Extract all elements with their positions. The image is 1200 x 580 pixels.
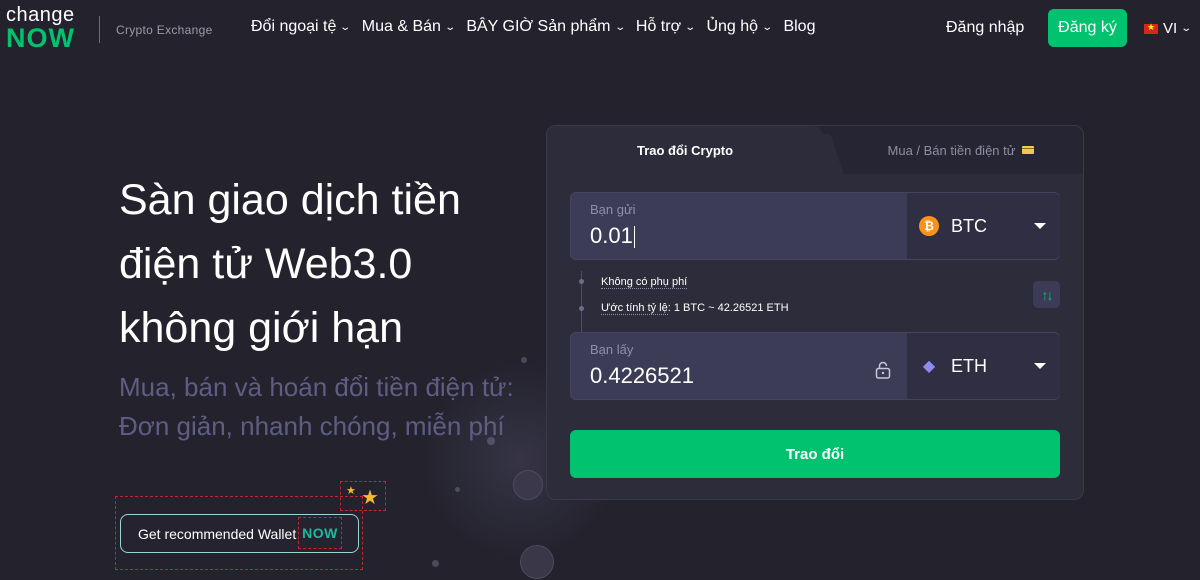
- background-coin: [513, 470, 543, 500]
- chevron-down-icon: ⌄: [444, 21, 457, 33]
- language-selector[interactable]: VI ⌄: [1144, 20, 1193, 37]
- star-icon: ★: [361, 487, 379, 509]
- exchange-button[interactable]: Trao đổi: [570, 430, 1060, 478]
- nav-item-label: Hỗ trợ: [635, 18, 682, 35]
- hero-subtitle-line2: Đơn giản, nhanh chóng, miễn phí: [119, 411, 505, 441]
- logo-divider: [99, 16, 100, 43]
- bitcoin-icon: ₿: [919, 216, 939, 236]
- send-currency-code: BTC: [951, 215, 987, 236]
- main-nav: Đổi ngoại tệ ⌄ Mua & Bán ⌄ BÂY GIỜ Sản p…: [251, 18, 827, 36]
- background-dot: [432, 560, 439, 567]
- site-header: change NOW Crypto Exchange Đổi ngoại tệ …: [0, 0, 1200, 56]
- send-amount-value: 0.01: [590, 223, 633, 248]
- tab-buy-sell-crypto[interactable]: Mua / Bán tiền điện tử: [837, 126, 1083, 174]
- nav-item-products[interactable]: BÂY GIỜ Sản phẩm ⌄: [466, 18, 626, 36]
- text-caret: [633, 226, 635, 249]
- signup-button[interactable]: Đăng ký: [1048, 9, 1127, 47]
- send-currency-select[interactable]: ₿ BTC: [907, 193, 1060, 259]
- nav-item-support[interactable]: Hỗ trợ ⌄: [635, 18, 697, 36]
- nav-item-buy-sell[interactable]: Mua & Bán ⌄: [361, 18, 457, 36]
- language-code: VI: [1163, 20, 1178, 37]
- receive-amount: 0.4226521: [590, 363, 694, 388]
- send-label: Bạn gửi: [590, 202, 636, 217]
- nav-item-currency-exchange[interactable]: Đổi ngoại tệ ⌄: [251, 18, 352, 36]
- credit-card-icon: [1022, 146, 1035, 154]
- no-fee-text: Không có phụ phí: [601, 276, 688, 289]
- nav-item-label: Mua & Bán: [361, 18, 441, 35]
- estimated-rate-text: Ước tính tỷ lệ: 1 BTC ~ 42.26521 ETH: [601, 302, 789, 315]
- ethereum-icon: ◆: [922, 358, 936, 375]
- tab-crypto-exchange[interactable]: Trao đổi Crypto: [547, 126, 823, 174]
- logo-text-top: change: [6, 4, 75, 26]
- swap-direction-button[interactable]: ↑↓: [1033, 281, 1060, 308]
- background-coin: [520, 545, 554, 579]
- receive-currency-select[interactable]: ◆ ETH: [907, 333, 1060, 399]
- now-wallet-badge: NOW: [298, 517, 342, 549]
- info-dot: [579, 279, 584, 284]
- chevron-down-icon: ⌄: [1180, 23, 1193, 34]
- nav-item-label: BÂY GIỜ Sản phẩm: [466, 18, 611, 35]
- exchange-widget: Trao đổi Crypto Mua / Bán tiền điện tử B…: [546, 125, 1084, 500]
- no-fee-label[interactable]: Không có phụ phí: [601, 276, 688, 289]
- chevron-down-icon: ⌄: [761, 21, 774, 33]
- estimated-rate-value: : 1 BTC ~ 42.26521 ETH: [667, 302, 789, 314]
- send-field: Bạn gửi 0.01 ₿ BTC: [570, 192, 1060, 260]
- nav-item-blog[interactable]: Blog: [783, 18, 815, 36]
- tab-label: Mua / Bán tiền điện tử: [887, 142, 1016, 158]
- info-dot: [579, 306, 584, 311]
- star-icon: ★: [346, 485, 356, 497]
- estimated-rate-label[interactable]: Ước tính tỷ lệ: [601, 302, 668, 315]
- wallet-button-label: Get recommended Wallet: [138, 525, 297, 542]
- vietnam-flag-icon: [1144, 22, 1158, 34]
- receive-label: Bạn lấy: [590, 342, 634, 357]
- send-amount: 0.01: [590, 223, 635, 249]
- logo-tagline: Crypto Exchange: [116, 23, 213, 37]
- receive-currency-code: ETH: [951, 355, 987, 376]
- nav-item-label: Đổi ngoại tệ: [251, 18, 337, 35]
- hero-subtitle-line1: Mua, bán và hoán đổi tiền điện tử:: [119, 372, 514, 402]
- changenow-logo[interactable]: change NOW: [6, 4, 86, 53]
- receive-field: Bạn lấy 0.4226521 ◆ ETH: [570, 332, 1060, 400]
- swap-arrows-icon: ↑↓: [1041, 286, 1054, 303]
- background-dot: [455, 487, 460, 492]
- unlock-icon[interactable]: [875, 361, 891, 379]
- get-wallet-button[interactable]: Get recommended Wallet NOW: [120, 514, 359, 553]
- logo-text-bottom: NOW: [6, 23, 75, 53]
- caret-down-icon: [1034, 223, 1046, 229]
- nav-item-donate[interactable]: Ủng hộ ⌄: [706, 18, 774, 36]
- hero-title: Sàn giao dịch tiền điện tử Web3.0 không …: [119, 176, 461, 352]
- chevron-down-icon: ⌄: [613, 21, 626, 33]
- chevron-down-icon: ⌄: [684, 21, 697, 33]
- now-wallet-logo: NOW: [302, 525, 338, 541]
- caret-down-icon: [1034, 363, 1046, 369]
- widget-tabs: Trao đổi Crypto Mua / Bán tiền điện tử: [547, 126, 1083, 174]
- nav-item-label: Ủng hộ: [706, 18, 759, 35]
- login-link[interactable]: Đăng nhập: [946, 19, 1024, 37]
- receive-amount-input[interactable]: Bạn lấy 0.4226521: [571, 333, 907, 399]
- hero-subtitle: Mua, bán và hoán đổi tiền điện tử: Đơn g…: [119, 368, 519, 446]
- chevron-down-icon: ⌄: [339, 21, 352, 33]
- send-amount-input[interactable]: Bạn gửi 0.01: [571, 193, 907, 259]
- nav-item-label: Blog: [783, 18, 816, 35]
